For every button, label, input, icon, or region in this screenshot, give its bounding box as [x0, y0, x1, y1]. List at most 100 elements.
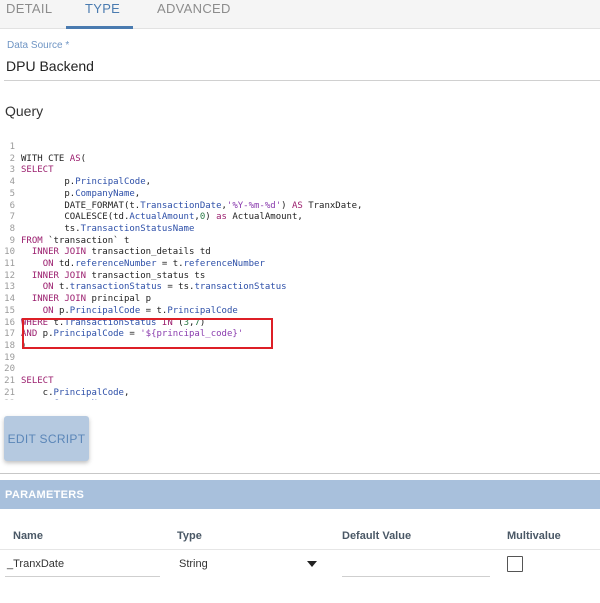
code-token: ActualAmount [129, 212, 195, 223]
code-token: SELECT [21, 165, 54, 176]
code-token: c. [21, 387, 54, 398]
tab-detail[interactable]: DETAIL [6, 0, 52, 29]
code-token: `transaction` t [42, 235, 130, 246]
code-token: AS [69, 153, 81, 164]
code-line: 13 ON t.transactionStatus = ts.transacti… [0, 282, 600, 294]
code-line: 3 SELECT [0, 165, 600, 177]
line-number: 20 [4, 364, 15, 375]
line-number: 6 [9, 200, 15, 211]
code-token: referenceNumber [75, 259, 157, 269]
code-token: principal p [86, 294, 152, 305]
column-header-type: Type [177, 530, 202, 542]
line-number: 14 [4, 294, 15, 305]
line-number: 21 [4, 376, 15, 386]
line-number: 1 [9, 142, 15, 152]
param-type-select[interactable]: String [179, 558, 208, 570]
code-line: 11 ON td.referenceNumber = t.referenceNu… [0, 259, 600, 271]
line-number: 7 [9, 212, 15, 223]
multivalue-checkbox[interactable] [507, 556, 523, 572]
line-number: 5 [9, 188, 15, 199]
code-token: ON [42, 282, 54, 293]
code-token: ts. [21, 223, 81, 234]
code-line: 15 ON p.PrincipalCode = t.PrincipalCode [0, 306, 600, 318]
data-source-label: Data Source * [7, 40, 70, 51]
code-line: 4 p.PrincipalCode, [0, 177, 600, 189]
data-source-select[interactable]: DPU Backend [6, 58, 94, 74]
code-line: 2 WITH CTE AS( [0, 154, 600, 166]
line-number: 21 [4, 387, 15, 398]
edit-script-button[interactable]: EDIT SCRIPT [4, 416, 89, 461]
query-title: Query [5, 103, 44, 119]
line-number: 10 [4, 247, 15, 258]
code-token: TransactionDate [140, 200, 222, 211]
highlight-box [22, 318, 273, 349]
code-token: ) [205, 212, 217, 223]
code-token: , [123, 387, 130, 398]
code-line: 20 [0, 364, 600, 376]
parameters-title: PARAMETERS [5, 489, 85, 501]
code-token: transactionStatus [194, 282, 287, 293]
code-token: INNER JOIN [31, 294, 87, 305]
code-token: ActualAmount, [226, 212, 303, 223]
tab-advanced[interactable]: ADVANCED [157, 0, 231, 29]
code-token: transaction_status ts [86, 270, 206, 281]
code-token: , [113, 399, 118, 400]
code-token: , [134, 188, 141, 199]
code-line: 9 FROM `transaction` t [0, 236, 600, 248]
line-number: 16 [4, 317, 15, 328]
code-token: SELECT [21, 376, 54, 386]
code-token: DATE_FORMAT(t. [21, 200, 141, 211]
code-token: INNER JOIN [31, 247, 87, 258]
tab-bar: DETAIL TYPE ADVANCED [0, 0, 600, 29]
code-line: 5 p.CompanyName, [0, 189, 600, 201]
code-token: p. [21, 188, 76, 199]
code-token: as [216, 212, 227, 223]
line-number: 4 [9, 177, 15, 188]
line-number: 22 [0, 399, 21, 400]
code-token: = t. [156, 259, 184, 269]
line-number: 18 [4, 340, 15, 351]
code-line: 12 INNER JOIN transaction_status ts [0, 271, 600, 283]
code-token: FROM [21, 235, 43, 246]
code-token: , [145, 177, 152, 188]
tab-type[interactable]: TYPE [85, 0, 120, 29]
code-token: transaction_details td [86, 247, 211, 258]
param-name-input[interactable]: _TranxDate [7, 558, 64, 570]
code-token: COALESCE(td. [21, 212, 130, 223]
header-divider [0, 549, 600, 550]
code-line: 7 COALESCE(td.ActualAmount,0) as ActualA… [0, 212, 600, 224]
code-token: PrincipalCode [69, 305, 141, 316]
code-token: CompanyName [75, 188, 135, 199]
code-token: ) [281, 200, 292, 211]
code-token: '%Y-%m-%d' [226, 200, 282, 211]
chevron-down-icon[interactable] [307, 561, 317, 567]
code-token: transactionStatus [69, 282, 162, 293]
query-editor[interactable]: 1 2 WITH CTE AS(3 SELECT 4 p.PrincipalCode, 5… [0, 140, 600, 400]
code-token: = t. [140, 305, 168, 316]
line-number: 9 [9, 235, 15, 246]
code-token: TransactionStatusName [80, 223, 195, 234]
line-number: 17 [4, 329, 15, 340]
line-number: 12 [4, 270, 15, 281]
line-number: 2 [9, 153, 15, 164]
code-token: ON [42, 305, 54, 316]
code-token: ( [80, 153, 87, 164]
code-line: 22 c.CompanyName, [0, 399, 600, 400]
line-number: 15 [4, 305, 15, 316]
code-token: PrincipalCode [167, 305, 238, 316]
column-header-default-value: Default Value [342, 530, 412, 542]
code-token: INNER JOIN [31, 270, 87, 281]
code-token: p. [21, 177, 76, 188]
code-token: = ts. [161, 282, 195, 293]
code-line: 8 ts.TransactionStatusName [0, 224, 600, 236]
line-number: 11 [4, 259, 15, 269]
column-header-multivalue: Multivalue [507, 530, 561, 542]
code-token: PrincipalCode [53, 387, 124, 398]
code-line: 21 SELECT [0, 376, 600, 388]
code-token: ON [42, 259, 54, 269]
